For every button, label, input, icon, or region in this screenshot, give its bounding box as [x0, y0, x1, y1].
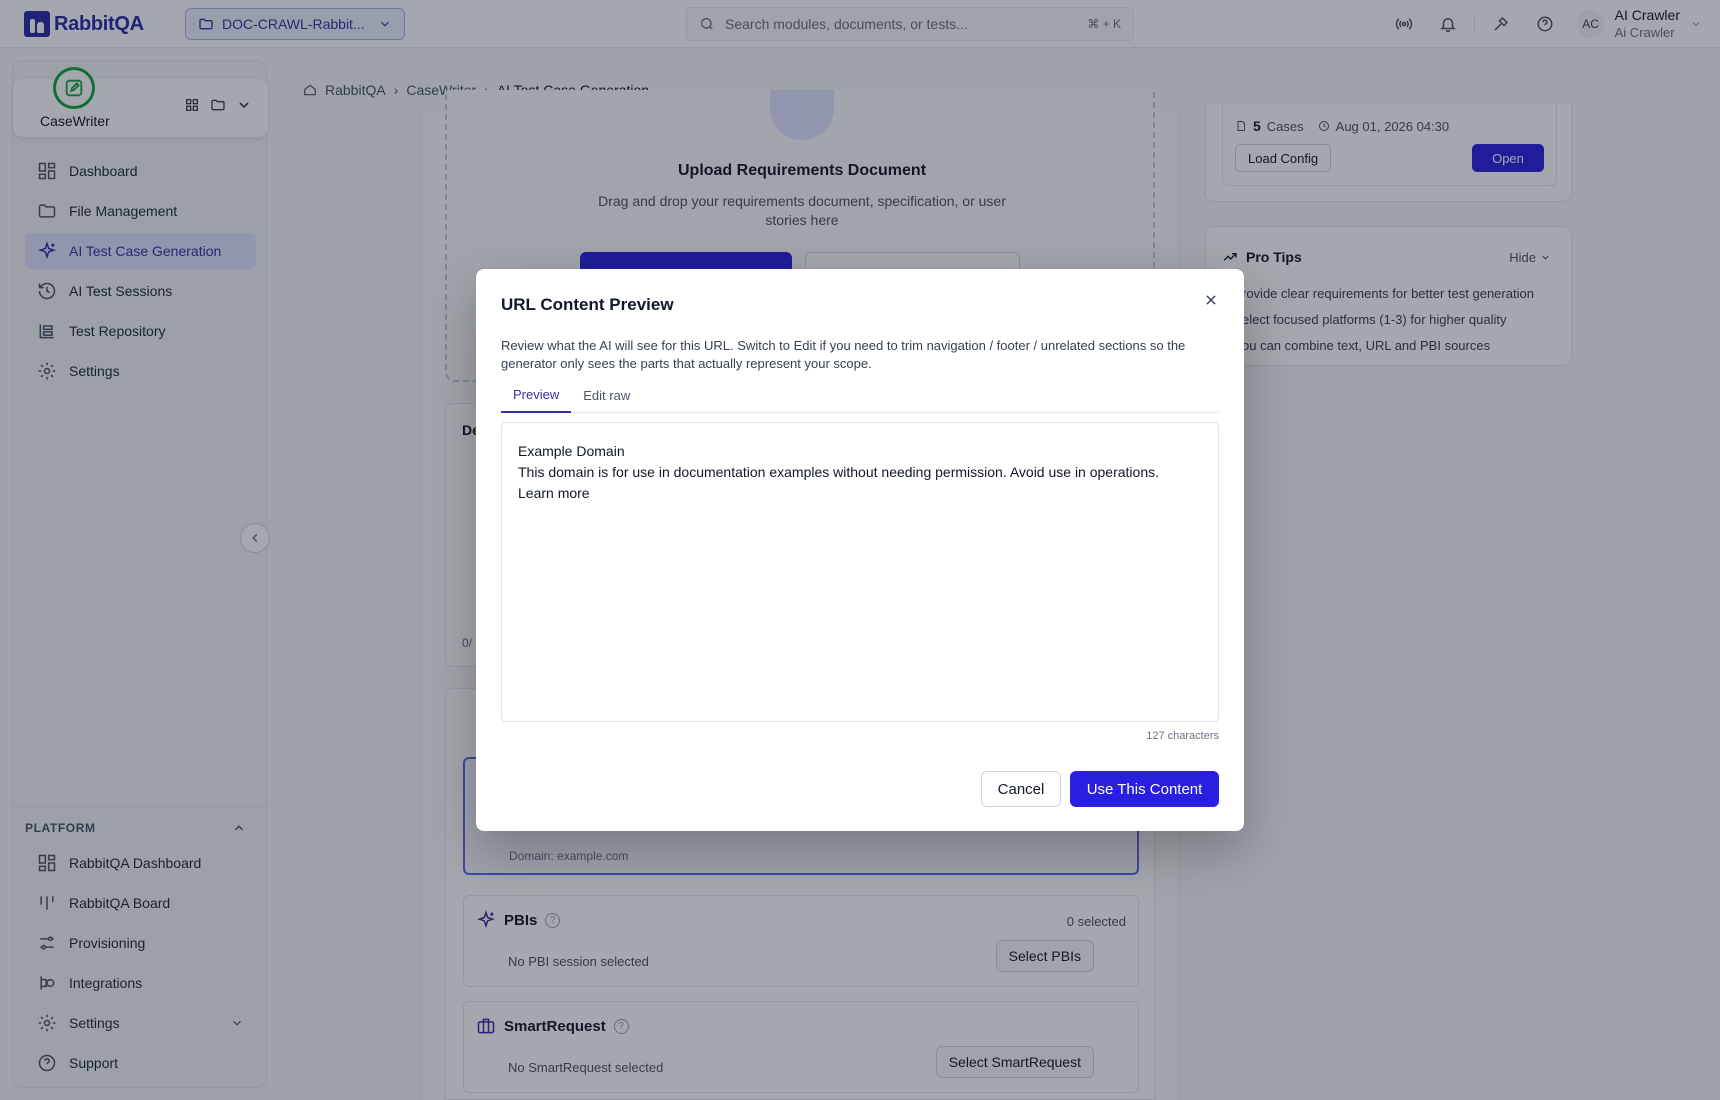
- content-line: Example Domain: [518, 443, 625, 459]
- close-icon: [1206, 295, 1216, 305]
- dialog-title: URL Content Preview: [501, 295, 674, 314]
- cancel-button[interactable]: Cancel: [981, 771, 1061, 807]
- content-line: Learn more: [518, 485, 590, 501]
- preview-tabs: Preview Edit raw: [501, 377, 1219, 413]
- tab-edit-raw[interactable]: Edit raw: [571, 377, 642, 413]
- character-count: 127 characters: [1146, 730, 1219, 742]
- content-preview: Example Domain This domain is for use in…: [501, 422, 1219, 722]
- dialog-description: Review what the AI will see for this URL…: [501, 338, 1186, 371]
- use-this-content-button[interactable]: Use This Content: [1070, 771, 1219, 807]
- close-button[interactable]: [1200, 289, 1222, 311]
- content-line: This domain is for use in documentation …: [518, 464, 1159, 480]
- url-content-preview-dialog: URL Content Preview Review what the AI w…: [476, 269, 1244, 831]
- tab-preview[interactable]: Preview: [501, 377, 572, 413]
